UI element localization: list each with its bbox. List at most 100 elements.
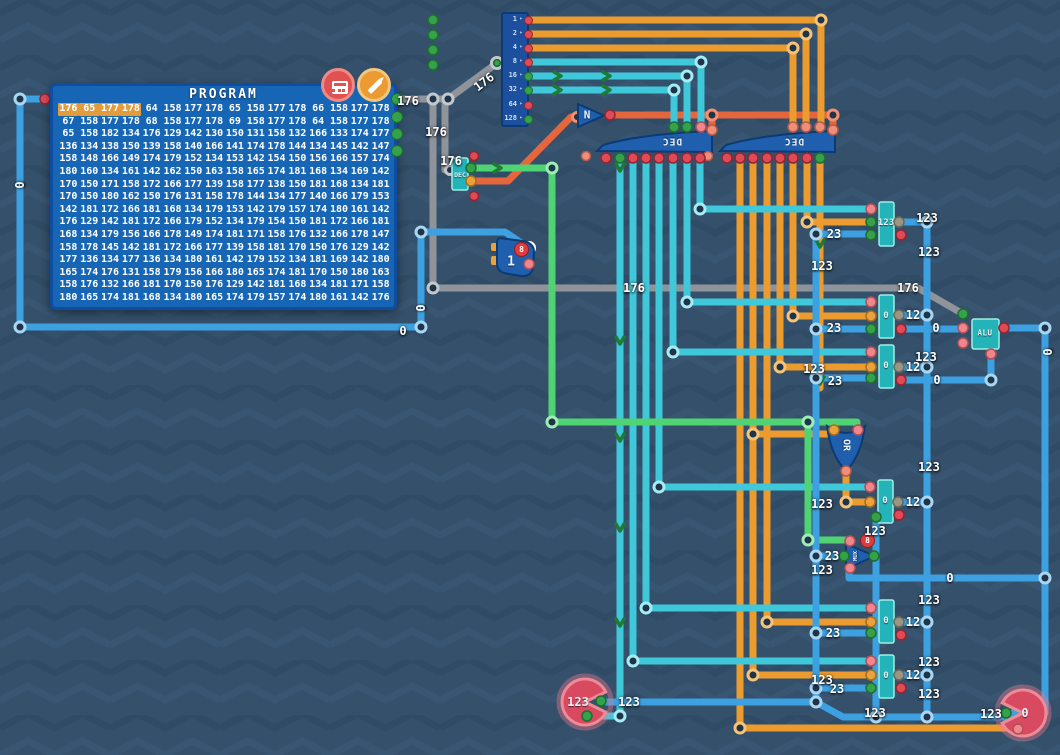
counter-byte-badge: 8 xyxy=(514,242,529,257)
splitter-pin-1[interactable]: 1▸ xyxy=(503,14,527,28)
wire-label: 0 xyxy=(932,321,939,335)
wire-label: 123 xyxy=(811,259,833,273)
program-cell: 158 xyxy=(266,128,287,141)
wire-label: 23 xyxy=(827,321,841,335)
splitter-pin-8[interactable]: 8▸ xyxy=(503,56,527,70)
program-cell: 179 xyxy=(162,153,183,166)
program-cell: 181 xyxy=(370,179,391,192)
program-cell: 161 xyxy=(204,254,225,267)
program-cell: 174 xyxy=(245,141,266,154)
program-edit-button[interactable] xyxy=(357,68,391,102)
program-cell: 136 xyxy=(141,254,162,267)
wire-label: 123 xyxy=(918,460,940,474)
register-2-value: 0 xyxy=(883,311,888,321)
program-cell: 176 xyxy=(204,279,225,292)
program-cell: 168 xyxy=(141,292,162,305)
program-memory-button[interactable] xyxy=(321,68,355,102)
program-cell: 158 xyxy=(266,229,287,242)
wire-label: 123 xyxy=(918,245,940,259)
program-cell: 158 xyxy=(162,116,183,129)
splitter-pin-4[interactable]: 4▸ xyxy=(503,42,527,56)
program-cell: 68 xyxy=(141,116,162,129)
program-cell: 178 xyxy=(204,103,225,116)
program-cell: 168 xyxy=(58,229,79,242)
pin-state-dot xyxy=(524,115,533,124)
program-cell: 178 xyxy=(370,116,391,129)
program-cell: 178 xyxy=(120,116,141,129)
splitter-pin-label: 4 xyxy=(513,43,517,51)
program-output-pin-2[interactable] xyxy=(391,111,403,123)
program-cell: 132 xyxy=(308,229,329,242)
program-cell: 180 xyxy=(349,267,370,280)
program-cell: 174 xyxy=(266,267,287,280)
program-cell: 150 xyxy=(287,216,308,229)
splitter-pin-128[interactable]: 128▸ xyxy=(503,113,527,127)
register-1-value: 123 xyxy=(878,218,894,228)
program-cell: 178 xyxy=(79,242,100,255)
program-cell: 158 xyxy=(245,103,266,116)
program-cell: 154 xyxy=(266,216,287,229)
program-cell: 158 xyxy=(225,166,246,179)
program-cell: 179 xyxy=(245,216,266,229)
pin-arrow-icon: ▸ xyxy=(519,29,523,36)
program-cell: 67 xyxy=(58,116,79,129)
register-3-value: 0 xyxy=(883,361,888,371)
program-cell: 131 xyxy=(245,128,266,141)
program-cell: 181 xyxy=(225,229,246,242)
wire-label: 123 xyxy=(918,655,940,669)
program-cell: 153 xyxy=(370,191,391,204)
splitter-pin-32[interactable]: 32▸ xyxy=(503,84,527,98)
program-cell: 176 xyxy=(287,229,308,242)
program-cell: 134 xyxy=(162,254,183,267)
program-cell: 142 xyxy=(349,141,370,154)
splitter-pin-label: 16 xyxy=(509,71,517,79)
program-cell: 134 xyxy=(183,204,204,217)
wire-label: 23 xyxy=(827,227,841,241)
decoder-right-label: DEC xyxy=(784,136,804,147)
splitter-pin-2[interactable]: 2▸ xyxy=(503,28,527,42)
program-cell: 174 xyxy=(100,292,121,305)
program-cell: 179 xyxy=(349,191,370,204)
program-cell: 178 xyxy=(287,103,308,116)
program-cell: 166 xyxy=(162,179,183,192)
program-cell: 147 xyxy=(370,229,391,242)
program-cell: 180 xyxy=(370,254,391,267)
program-panel[interactable]: PROGRAM 17665177178641581771786515817717… xyxy=(50,83,397,310)
program-cell: 131 xyxy=(183,191,204,204)
program-cell: 165 xyxy=(204,292,225,305)
program-cell: 140 xyxy=(308,191,329,204)
program-output-pin-3[interactable] xyxy=(391,128,403,140)
splitter-pin-16[interactable]: 16▸ xyxy=(503,70,527,84)
program-cell: 172 xyxy=(141,216,162,229)
program-cell: 166 xyxy=(141,229,162,242)
program-cell: 174 xyxy=(204,229,225,242)
program-cell: 180 xyxy=(183,254,204,267)
program-cell: 163 xyxy=(370,267,391,280)
program-cell: 158 xyxy=(329,116,350,129)
program-cell: 176 xyxy=(162,191,183,204)
program-cell: 138 xyxy=(266,179,287,192)
counter-label: 1 xyxy=(507,255,515,270)
program-cell: 134 xyxy=(225,216,246,229)
program-cell: 142 xyxy=(225,254,246,267)
program-cell: 178 xyxy=(204,116,225,129)
program-cell: 174 xyxy=(287,292,308,305)
program-cell: 166 xyxy=(100,153,121,166)
circuit-canvas[interactable]: PROGRAM 17665177178641581771786515817717… xyxy=(0,0,1060,755)
pin-arrow-icon: ▸ xyxy=(519,43,523,50)
program-cell: 179 xyxy=(100,229,121,242)
program-cell: 178 xyxy=(162,229,183,242)
splitter-pin-64[interactable]: 64▸ xyxy=(503,99,527,113)
program-cell: 171 xyxy=(245,229,266,242)
program-cell: 158 xyxy=(245,242,266,255)
program-cell: 179 xyxy=(266,204,287,217)
byte-splitter[interactable]: 1▸2▸4▸8▸16▸32▸64▸128▸ xyxy=(501,12,529,127)
wire-label: 123 xyxy=(803,362,825,376)
program-cell: 178 xyxy=(349,229,370,242)
program-output-pin-4[interactable] xyxy=(391,145,403,157)
program-cell: 150 xyxy=(183,279,204,292)
program-cell: 177 xyxy=(287,191,308,204)
program-cell: 177 xyxy=(245,179,266,192)
memory-icon xyxy=(332,81,348,94)
program-cell: 172 xyxy=(162,242,183,255)
